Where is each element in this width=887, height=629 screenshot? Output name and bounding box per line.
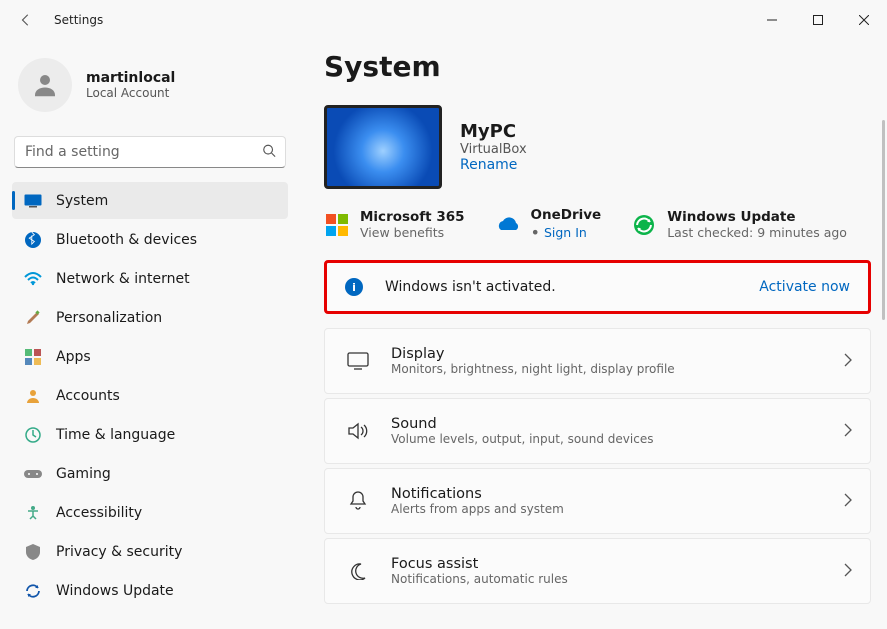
info-tiles: Microsoft 365 View benefits OneDrive • Si…	[324, 207, 871, 242]
device-wallpaper	[324, 105, 442, 189]
bell-icon	[343, 491, 373, 511]
system-icon	[24, 192, 42, 210]
sidebar-item-label: Personalization	[56, 310, 162, 326]
sidebar-item-label: Apps	[56, 349, 91, 365]
sidebar-item-label: Gaming	[56, 466, 111, 482]
sidebar-item-label: Network & internet	[56, 271, 190, 287]
device-header: MyPC VirtualBox Rename	[324, 105, 871, 189]
sidebar-item-network[interactable]: Network & internet	[12, 260, 288, 297]
device-name: MyPC	[460, 121, 527, 142]
tile-title: OneDrive	[531, 207, 602, 223]
card-title: Focus assist	[391, 556, 568, 572]
apps-icon	[24, 348, 42, 366]
device-subtitle: VirtualBox	[460, 142, 527, 157]
tile-sub: Last checked: 9 minutes ago	[667, 225, 847, 240]
avatar	[18, 58, 72, 112]
titlebar: Settings	[0, 0, 887, 40]
chevron-right-icon	[844, 492, 852, 511]
close-button[interactable]	[841, 5, 887, 35]
sidebar-item-bluetooth[interactable]: Bluetooth & devices	[12, 221, 288, 258]
tile-windows-update[interactable]: Windows Update Last checked: 9 minutes a…	[631, 207, 847, 242]
back-button[interactable]	[12, 6, 40, 34]
maximize-button[interactable]	[795, 5, 841, 35]
update-icon	[24, 582, 42, 600]
sidebar-item-label: Time & language	[56, 427, 175, 443]
card-sound[interactable]: Sound Volume levels, output, input, soun…	[324, 398, 871, 464]
sidebar-item-update[interactable]: Windows Update	[12, 572, 288, 609]
sidebar-item-accounts[interactable]: Accounts	[12, 377, 288, 414]
bullet: •	[531, 223, 540, 242]
profile-block[interactable]: martinlocal Local Account	[12, 50, 288, 130]
sidebar-item-apps[interactable]: Apps	[12, 338, 288, 375]
card-notifications[interactable]: Notifications Alerts from apps and syste…	[324, 468, 871, 534]
page-title: System	[324, 50, 871, 83]
bluetooth-icon	[24, 231, 42, 249]
sidebar-item-time[interactable]: Time & language	[12, 416, 288, 453]
sidebar-item-system[interactable]: System	[12, 182, 288, 219]
info-icon: i	[345, 278, 363, 296]
person-icon	[24, 387, 42, 405]
card-title: Display	[391, 346, 675, 362]
minimize-button[interactable]	[749, 5, 795, 35]
card-sub: Notifications, automatic rules	[391, 572, 568, 586]
activate-now-link[interactable]: Activate now	[759, 279, 850, 295]
nav: System Bluetooth & devices Network & int…	[12, 182, 288, 609]
tile-title: Windows Update	[667, 209, 847, 225]
windows-update-icon	[631, 212, 657, 238]
sidebar-item-label: Accounts	[56, 388, 120, 404]
activation-banner[interactable]: i Windows isn't activated. Activate now	[324, 260, 871, 314]
chevron-right-icon	[844, 422, 852, 441]
moon-icon	[343, 562, 373, 580]
sidebar-item-label: Bluetooth & devices	[56, 232, 197, 248]
microsoft-365-icon	[324, 212, 350, 238]
sidebar-item-privacy[interactable]: Privacy & security	[12, 533, 288, 570]
card-title: Notifications	[391, 486, 564, 502]
tile-sub: View benefits	[360, 225, 465, 240]
sidebar-item-label: Accessibility	[56, 505, 142, 521]
shield-icon	[24, 543, 42, 561]
gamepad-icon	[24, 465, 42, 483]
window-controls	[749, 5, 887, 35]
search-input[interactable]	[14, 136, 286, 168]
tile-onedrive[interactable]: OneDrive • Sign In	[495, 207, 602, 242]
sidebar: martinlocal Local Account System Bluetoo…	[0, 40, 300, 629]
activation-text: Windows isn't activated.	[385, 279, 759, 295]
globe-clock-icon	[24, 426, 42, 444]
card-sub: Volume levels, output, input, sound devi…	[391, 432, 653, 446]
display-icon	[343, 352, 373, 370]
profile-name: martinlocal	[86, 70, 175, 86]
card-focus-assist[interactable]: Focus assist Notifications, automatic ru…	[324, 538, 871, 604]
sidebar-item-accessibility[interactable]: Accessibility	[12, 494, 288, 531]
sidebar-item-personalization[interactable]: Personalization	[12, 299, 288, 336]
tile-title: Microsoft 365	[360, 209, 465, 225]
sound-icon	[343, 422, 373, 440]
search-icon	[262, 143, 276, 162]
chevron-right-icon	[844, 562, 852, 581]
chevron-right-icon	[844, 352, 852, 371]
paintbrush-icon	[24, 309, 42, 327]
signin-link[interactable]: Sign In	[544, 225, 587, 240]
wifi-icon	[24, 270, 42, 288]
sidebar-item-gaming[interactable]: Gaming	[12, 455, 288, 492]
sidebar-item-label: Privacy & security	[56, 544, 182, 560]
profile-type: Local Account	[86, 86, 175, 100]
card-sub: Monitors, brightness, night light, displ…	[391, 362, 675, 376]
tile-microsoft365[interactable]: Microsoft 365 View benefits	[324, 207, 465, 242]
onedrive-icon	[495, 212, 521, 238]
rename-link[interactable]: Rename	[460, 157, 527, 173]
card-title: Sound	[391, 416, 653, 432]
card-display[interactable]: Display Monitors, brightness, night ligh…	[324, 328, 871, 394]
accessibility-icon	[24, 504, 42, 522]
card-sub: Alerts from apps and system	[391, 502, 564, 516]
scrollbar[interactable]	[882, 120, 885, 320]
sidebar-item-label: System	[56, 193, 108, 209]
sidebar-item-label: Windows Update	[56, 583, 174, 599]
main-content: System MyPC VirtualBox Rename Microsoft …	[300, 40, 887, 629]
window-title: Settings	[54, 13, 103, 27]
